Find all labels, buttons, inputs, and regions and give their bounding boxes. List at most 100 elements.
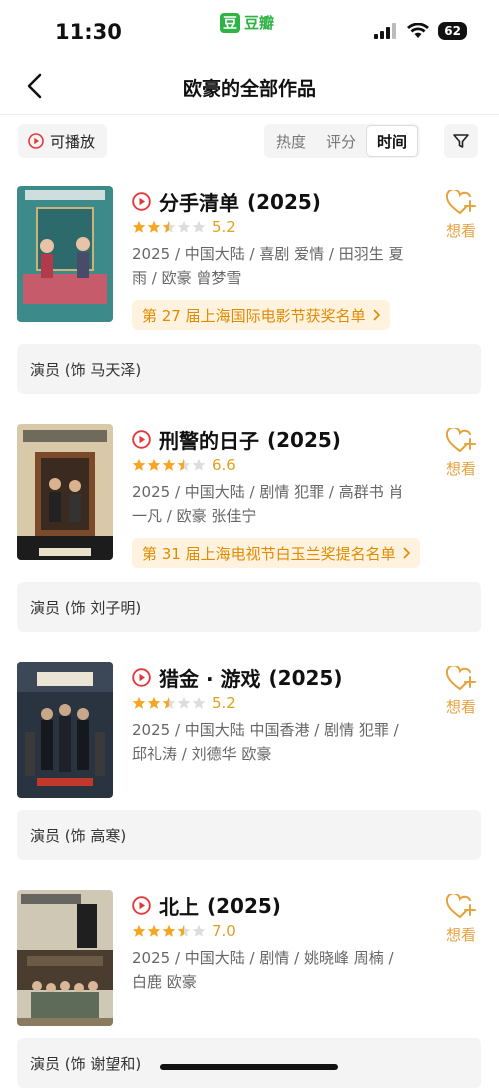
sort-segmented-control: 热度 评分 时间 [264, 124, 420, 158]
role-info: 演员 (饰 刘子明) [17, 582, 481, 632]
sort-tab-rating[interactable]: 评分 [316, 126, 366, 156]
wish-label: 想看 [445, 698, 476, 716]
work-year: (2025) [268, 665, 343, 690]
poster-art [17, 890, 113, 1026]
home-indicator[interactable] [160, 1064, 338, 1070]
poster-art [17, 424, 113, 560]
filter-button[interactable] [444, 124, 478, 158]
signal-icon [374, 23, 397, 39]
star-rating [132, 220, 206, 234]
star-icon [147, 696, 161, 709]
work-title-row[interactable]: 刑警的日子 (2025) [132, 425, 341, 454]
award-label: 第 27 届上海国际电影节获奖名单 [142, 306, 366, 325]
work-title-row[interactable]: 分手清单 (2025) [132, 187, 321, 216]
play-circle-icon[interactable] [132, 430, 151, 449]
sort-tab-popularity[interactable]: 热度 [266, 126, 316, 156]
movie-poster[interactable] [17, 186, 113, 322]
work-meta: 2025 / 中国大陆 / 剧情 / 姚晓峰 周楠 / 白鹿 欧豪 [132, 949, 394, 991]
work-title-row[interactable]: 猎金 · 游戏 (2025) [132, 663, 342, 692]
wish-button[interactable]: 想看 [444, 666, 478, 717]
brand-name: 豆瓣 [244, 14, 275, 32]
rating-score: 5.2 [212, 694, 236, 712]
movie-poster[interactable] [17, 424, 113, 560]
rating-score: 7.0 [212, 922, 236, 940]
sort-tab-time[interactable]: 时间 [366, 125, 418, 157]
star-rating [132, 924, 206, 938]
work-title: 刑警的日子 [159, 429, 259, 453]
chevron-right-icon [373, 309, 380, 321]
award-link[interactable]: 第 27 届上海国际电影节获奖名单 [132, 300, 390, 330]
wish-button[interactable]: 想看 [444, 428, 478, 479]
star-icon [132, 458, 146, 471]
play-circle-icon[interactable] [132, 668, 151, 687]
role-info: 演员 (饰 高寒) [17, 810, 481, 860]
play-circle-icon[interactable] [132, 896, 151, 915]
star-rating [132, 458, 206, 472]
star-icon [177, 696, 191, 709]
work-year: (2025) [267, 427, 341, 452]
rating-row: 5.2 [132, 694, 236, 712]
role-info: 演员 (饰 马天泽) [17, 344, 481, 394]
star-icon [162, 220, 176, 233]
rating-row: 7.0 [132, 922, 236, 940]
star-icon [132, 924, 146, 937]
wish-label: 想看 [445, 222, 476, 240]
star-icon [147, 220, 161, 233]
star-icon [192, 696, 206, 709]
star-icon [132, 696, 146, 709]
play-circle-icon[interactable] [132, 192, 151, 211]
status-bar: 11:30 豆 豆瓣 62 [0, 0, 499, 64]
wish-label: 想看 [445, 460, 476, 478]
heart-plus-icon [446, 190, 476, 214]
work-meta: 2025 / 中国大陆 / 剧情 犯罪 / 高群书 肖一凡 / 欧豪 张佳宁 [132, 483, 404, 525]
work-meta: 2025 / 中国大陆 中国香港 / 剧情 犯罪 / 邱礼涛 / 刘德华 欧豪 [132, 721, 399, 763]
funnel-icon [453, 134, 469, 148]
star-rating [132, 696, 206, 710]
page-title: 欧豪的全部作品 [182, 78, 316, 100]
heart-plus-icon [446, 894, 476, 918]
work-year: (2025) [207, 893, 281, 918]
star-icon [192, 220, 206, 233]
star-icon [177, 458, 191, 471]
wifi-icon [407, 23, 430, 38]
movie-poster[interactable] [17, 662, 113, 798]
playable-filter-button[interactable]: 可播放 [18, 124, 108, 158]
filter-bar: 可播放 热度 评分 时间 [0, 122, 499, 162]
award-label: 第 31 届上海电视节白玉兰奖提名名单 [142, 544, 396, 563]
rating-row: 6.6 [132, 456, 236, 474]
star-icon [177, 924, 191, 937]
navigation-bar: 欧豪的全部作品 [0, 64, 499, 115]
status-time: 11:30 [55, 20, 122, 44]
wish-button[interactable]: 想看 [444, 190, 478, 241]
wish-button[interactable]: 想看 [444, 894, 478, 945]
rating-score: 5.2 [212, 218, 236, 236]
douban-logo: 豆 [220, 12, 240, 33]
work-meta: 2025 / 中国大陆 / 喜剧 爱情 / 田羽生 夏雨 / 欧豪 曾梦雪 [132, 245, 404, 287]
star-icon [147, 924, 161, 937]
star-icon [162, 924, 176, 937]
star-icon [132, 220, 146, 233]
battery-indicator: 62 [438, 22, 467, 40]
star-icon [177, 220, 191, 233]
play-circle-icon [28, 133, 44, 149]
award-link[interactable]: 第 31 届上海电视节白玉兰奖提名名单 [132, 538, 420, 568]
work-title-row[interactable]: 北上 (2025) [132, 891, 281, 920]
rating-row: 5.2 [132, 218, 236, 236]
rating-score: 6.6 [212, 456, 236, 474]
heart-plus-icon [446, 428, 476, 452]
poster-art [17, 662, 113, 798]
brand: 豆 豆瓣 [220, 12, 274, 33]
star-icon [192, 924, 206, 937]
poster-art [17, 186, 113, 322]
star-icon [162, 696, 176, 709]
work-title: 分手清单 [159, 191, 239, 215]
star-icon [147, 458, 161, 471]
playable-label: 可播放 [50, 132, 96, 151]
work-year: (2025) [247, 189, 321, 214]
role-info: 演员 (饰 谢望和) [17, 1038, 481, 1088]
wish-label: 想看 [445, 926, 476, 944]
star-icon [192, 458, 206, 471]
work-title: 猎金 · 游戏 [159, 667, 261, 691]
movie-poster[interactable] [17, 890, 113, 1026]
heart-plus-icon [446, 666, 476, 690]
